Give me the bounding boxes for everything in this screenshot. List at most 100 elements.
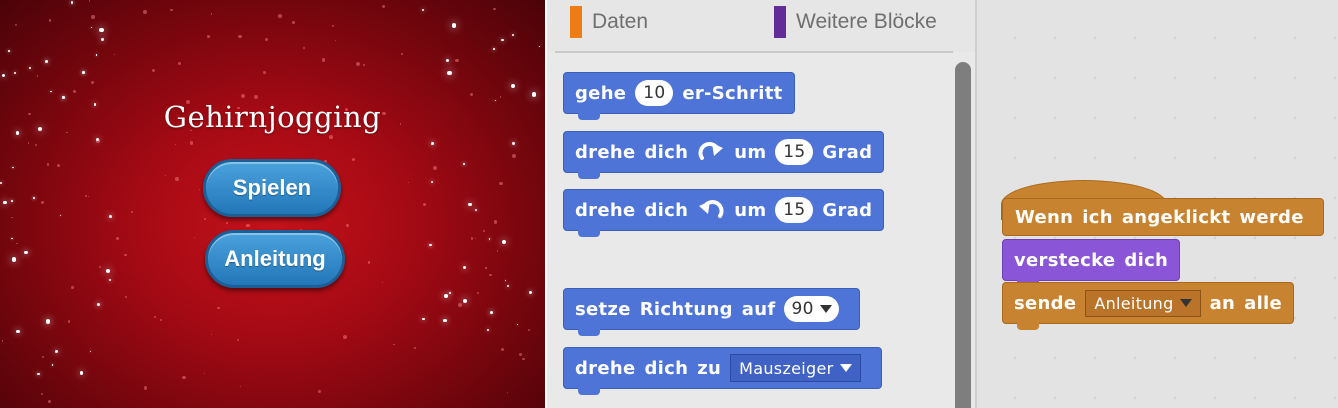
sparkle (444, 294, 448, 298)
sparkle (79, 371, 84, 376)
block-turn-right[interactable]: drehe dich um 15 Grad (563, 131, 885, 179)
glow-dot (48, 19, 52, 22)
sparkle (421, 9, 424, 12)
sparkle (7, 50, 10, 53)
sparkle (90, 26, 93, 29)
block-point-towards[interactable]: drehe dich zu Mauszeiger (563, 347, 882, 395)
sparkle (462, 265, 467, 270)
glow-dot (291, 21, 295, 25)
sparkle (46, 319, 51, 324)
rotate-counterclockwise-icon (697, 199, 725, 221)
steps-input[interactable]: 10 (635, 80, 674, 106)
glow-dot (493, 220, 498, 224)
sparkle (37, 372, 40, 376)
sparkle (448, 291, 451, 294)
glow-dot (182, 375, 186, 380)
hat-block-when-clicked[interactable]: Wenn ich angeklickt werde (1001, 180, 1324, 236)
glow-dot (500, 347, 505, 352)
degrees-input[interactable]: 15 (775, 197, 814, 223)
glow-dot (381, 281, 384, 284)
glow-dot (265, 37, 269, 41)
target-dropdown[interactable]: Mauszeiger (730, 354, 861, 382)
block-word: dich (644, 357, 689, 379)
block-word: Grad (822, 141, 873, 163)
chevron-down-icon (1179, 299, 1192, 307)
glow-dot (151, 68, 155, 72)
sparkle (24, 250, 28, 254)
block-word: gehe (575, 82, 627, 104)
glow-dot (254, 95, 258, 99)
glow-dot (14, 24, 17, 27)
direction-dropdown[interactable]: 90 (784, 296, 839, 322)
glow-dot (342, 335, 347, 340)
category-data[interactable]: Daten (570, 6, 648, 38)
glow-dot (11, 216, 13, 219)
sparkle (489, 311, 493, 315)
block-word: werde (1239, 206, 1304, 228)
block-word: Richtung (639, 298, 733, 320)
block-word: drehe (575, 141, 636, 163)
block-point-in-direction[interactable]: setze Richtung auf 90 (563, 288, 860, 336)
sparkle (531, 92, 537, 97)
glow-dot (164, 174, 167, 176)
glow-dot (332, 25, 335, 28)
sparkle (516, 324, 519, 326)
sparkle (29, 67, 32, 70)
glow-dot (240, 93, 245, 98)
sparkle (50, 90, 52, 93)
block-word: verstecke (1014, 249, 1116, 271)
sparkle (0, 182, 3, 185)
sparkle (33, 197, 35, 199)
glow-dot (238, 34, 242, 39)
block-turn-left[interactable]: drehe dich um 15 Grad (563, 189, 885, 237)
sparkle (422, 317, 425, 321)
block-hide[interactable]: verstecke dich (1002, 239, 1181, 287)
glow-dot (458, 303, 463, 308)
sparkle (475, 208, 478, 211)
glow-dot (507, 391, 509, 393)
glow-dot (362, 63, 365, 66)
glow-dot (522, 357, 525, 361)
stage-title: Gehirnjogging (163, 100, 382, 134)
sparkle (3, 200, 7, 205)
block-word: ich (1082, 206, 1113, 228)
sparkle (11, 199, 13, 202)
degrees-input[interactable]: 15 (775, 139, 814, 165)
glow-dot (263, 71, 266, 74)
glow-dot (91, 15, 95, 19)
glow-dot (518, 353, 522, 357)
guide-button[interactable]: Anleitung (205, 230, 345, 288)
sparkle (12, 166, 14, 169)
glow-dot (199, 188, 201, 190)
glow-dot (422, 202, 426, 207)
block-word: Wenn (1015, 206, 1074, 228)
sparkle (511, 84, 516, 89)
glow-dot (471, 237, 474, 240)
glow-dot (334, 40, 336, 42)
palette-scrollbar[interactable] (955, 62, 971, 408)
glow-dot (408, 182, 410, 184)
block-word: angeklickt (1121, 206, 1231, 228)
glow-dot (236, 338, 240, 342)
sparkle (62, 96, 65, 99)
glow-dot (170, 8, 173, 12)
glow-dot (216, 306, 220, 310)
category-more-blocks[interactable]: Weitere Blöcke (774, 6, 937, 38)
stage[interactable]: Gehirnjogging Spielen Anleitung (0, 0, 545, 408)
block-broadcast[interactable]: sende Anleitung an alle (1002, 282, 1295, 330)
sparkle (507, 285, 510, 288)
block-word: alle (1244, 292, 1283, 314)
sparkle (105, 268, 111, 274)
glow-dot (40, 392, 44, 396)
glow-dot (91, 80, 95, 84)
glow-dot (345, 224, 349, 228)
message-dropdown[interactable]: Anleitung (1085, 289, 1201, 317)
sparkle (488, 238, 491, 241)
glow-dot (203, 218, 206, 221)
block-word: dich (644, 141, 689, 163)
glow-dot (455, 58, 459, 63)
sparkle (501, 38, 504, 42)
play-button[interactable]: Spielen (203, 159, 341, 217)
block-move-steps[interactable]: gehe 10 er-Schritt (563, 72, 795, 120)
sparkle (89, 350, 92, 353)
